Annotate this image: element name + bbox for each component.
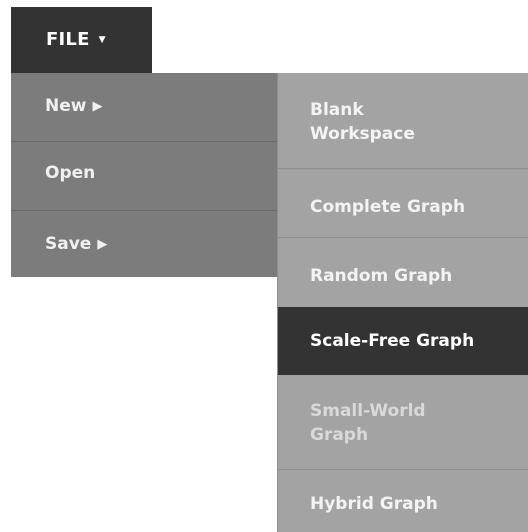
menu-item-new[interactable]: New ▶	[11, 73, 277, 141]
submenu-item-random-graph[interactable]: Random Graph	[277, 238, 528, 306]
submenu-item-complete-graph[interactable]: Complete Graph	[277, 169, 528, 237]
menu-item-save-label: Save	[45, 234, 92, 254]
caret-down-icon: ▼	[98, 35, 106, 45]
file-menu-button[interactable]: FILE ▼	[11, 7, 152, 73]
submenu-item-label: Random Graph	[310, 266, 453, 286]
menu-item-save[interactable]: Save ▶	[11, 211, 277, 277]
submenu-item-small-world-graph[interactable]: Small-World Graph	[277, 375, 528, 469]
menu-item-open-label: Open	[45, 163, 96, 183]
chevron-right-icon: ▶	[92, 99, 103, 114]
chevron-right-icon: ▶	[97, 237, 108, 252]
file-dropdown-menu: New ▶ Open Save ▶	[11, 73, 277, 277]
submenu-left-edge	[277, 73, 278, 532]
menu-item-open[interactable]: Open	[11, 142, 277, 210]
file-menu-label: FILE	[46, 29, 90, 50]
submenu-item-label: Small-World Graph	[310, 401, 426, 445]
submenu-item-label: Blank Workspace	[310, 99, 415, 144]
submenu-item-label: Complete Graph	[310, 197, 466, 217]
submenu-item-hybrid-graph[interactable]: Hybrid Graph	[277, 470, 528, 532]
submenu-item-scale-free-graph[interactable]: Scale-Free Graph	[277, 307, 528, 375]
submenu-item-label: Hybrid Graph	[310, 494, 438, 514]
submenu-item-label: Scale-Free Graph	[310, 331, 475, 351]
menu-item-new-label: New	[45, 96, 87, 116]
new-submenu: Blank Workspace Complete Graph Random Gr…	[277, 73, 528, 532]
submenu-item-blank-workspace[interactable]: Blank Workspace	[277, 73, 528, 168]
